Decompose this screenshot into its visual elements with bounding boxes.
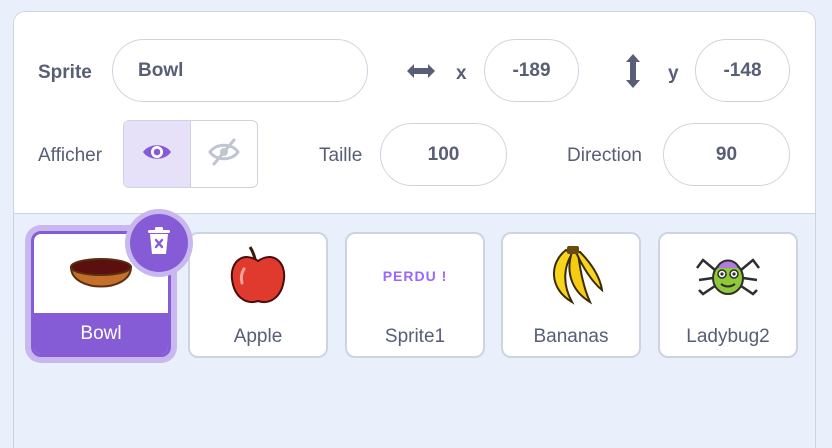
sprite-name: Ladybug2: [686, 326, 770, 347]
trash-icon: [146, 226, 172, 261]
sprite-name: Bananas: [533, 326, 609, 347]
y-label: y: [668, 63, 679, 84]
size-input[interactable]: 100: [380, 123, 507, 186]
ladybug2-thumbnail: [660, 234, 796, 318]
eye-hidden-icon: [208, 138, 240, 171]
vertical-arrows-icon: [620, 52, 646, 95]
sprite-info-panel: Sprite Bowl x -189 y -148 Afficher Taill…: [13, 11, 816, 448]
sprite-name-input[interactable]: Bowl: [112, 39, 368, 102]
hide-button[interactable]: [191, 121, 257, 187]
x-input[interactable]: -189: [484, 39, 579, 102]
sprite-tile-apple[interactable]: Apple: [188, 232, 328, 358]
direction-input[interactable]: 90: [663, 123, 790, 186]
visibility-toggle: [123, 120, 258, 188]
size-label: Taille: [319, 145, 363, 166]
sprite-tile-ladybug2[interactable]: Ladybug2: [658, 232, 798, 358]
delete-sprite-button[interactable]: [130, 214, 188, 272]
eye-icon: [141, 141, 173, 168]
sprite-tile-bananas[interactable]: Bananas: [501, 232, 641, 358]
bananas-thumbnail: [503, 234, 639, 318]
show-button[interactable]: [124, 121, 191, 187]
direction-label: Direction: [567, 145, 642, 166]
sprite-tile-sprite1[interactable]: PERDU ! Sprite1: [345, 232, 485, 358]
sprite-name: Apple: [233, 326, 283, 347]
sprite-label: Sprite: [38, 62, 92, 83]
sprite-name: Sprite1: [384, 326, 446, 347]
show-label: Afficher: [38, 145, 103, 166]
sprite1-thumbnail: PERDU !: [347, 234, 483, 318]
sprite-info-section: Sprite Bowl x -189 y -148 Afficher Taill…: [14, 12, 815, 214]
lost-text: PERDU !: [382, 268, 448, 284]
sprite-name: Bowl: [34, 313, 168, 354]
sprite-list: Bowl Apple PERDU ! Sprite1 Bananas Ladyb…: [14, 214, 815, 448]
horizontal-arrows-icon: [404, 58, 438, 89]
y-input[interactable]: -148: [695, 39, 790, 102]
x-label: x: [456, 63, 467, 84]
apple-thumbnail: [190, 234, 326, 318]
